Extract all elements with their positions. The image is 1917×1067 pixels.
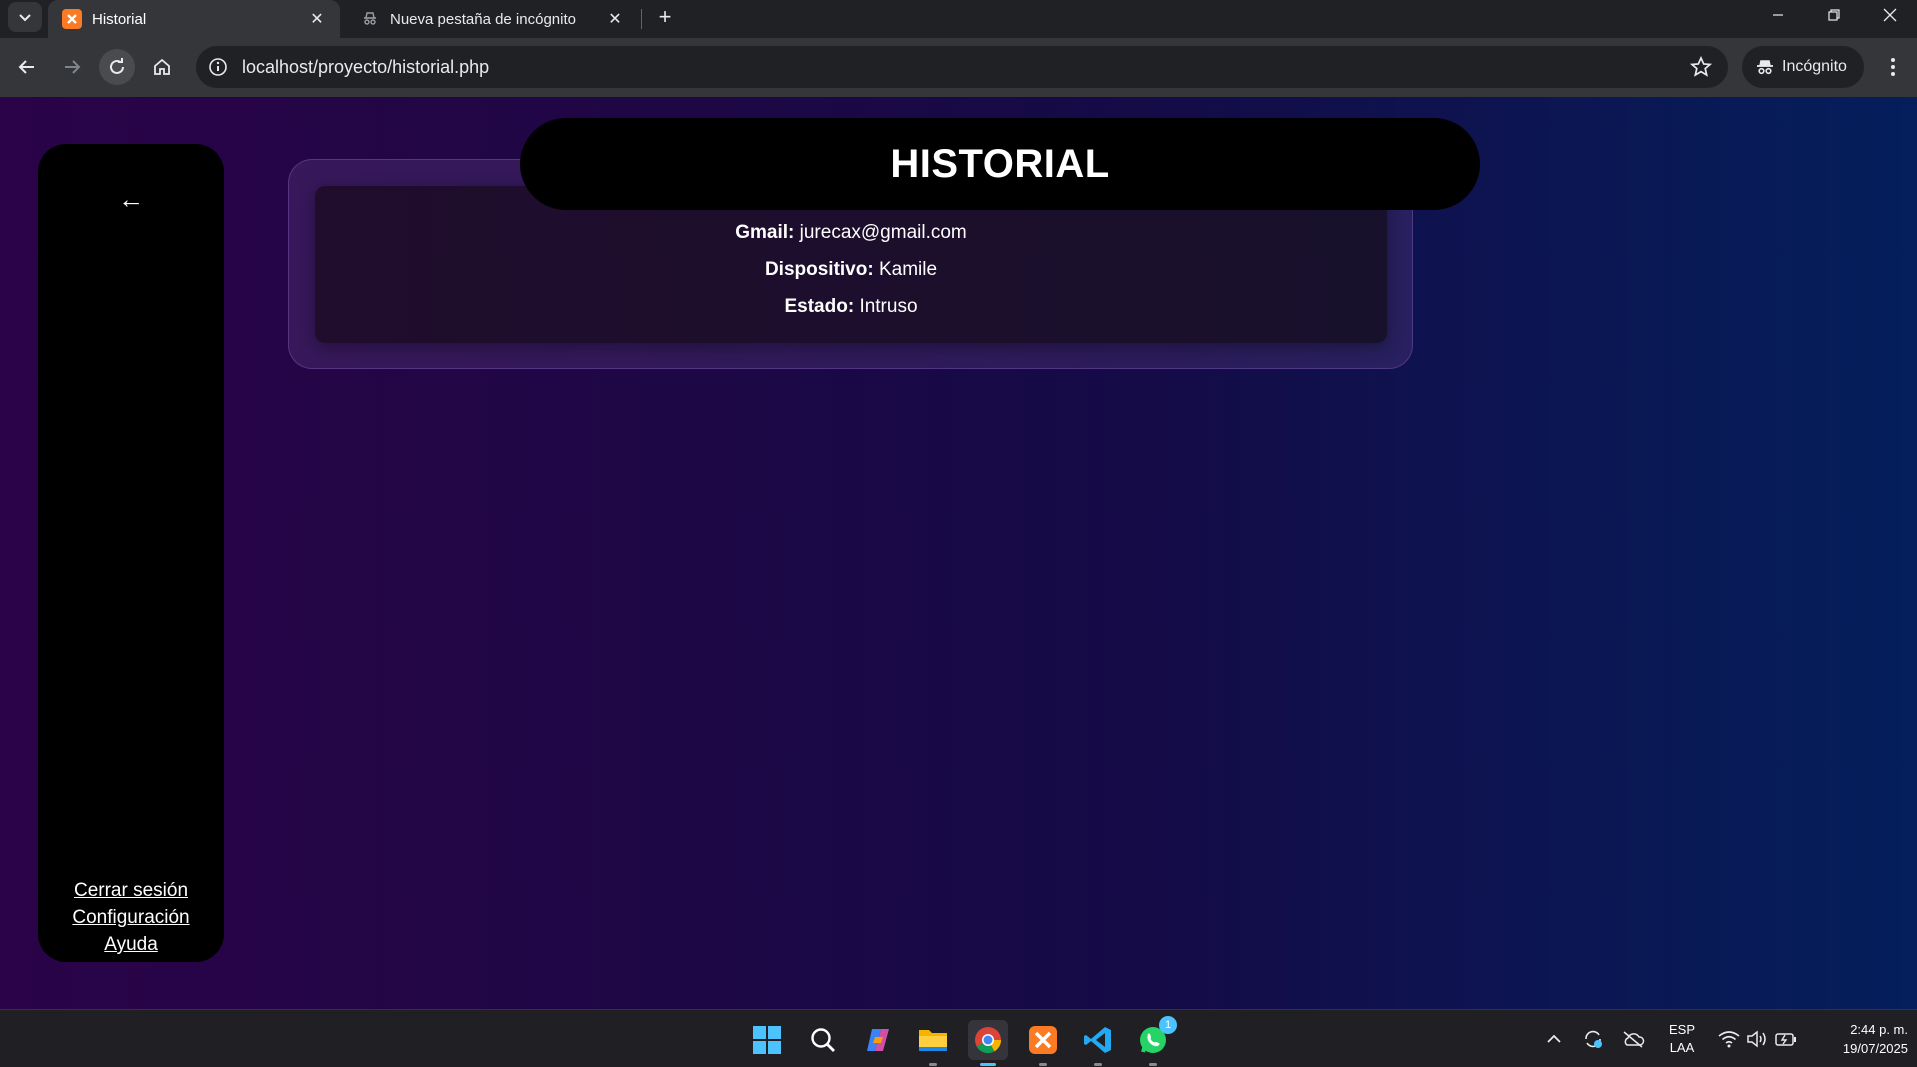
status-value: Intruso xyxy=(859,296,918,317)
url-text[interactable]: localhost/proyecto/historial.php xyxy=(242,57,489,78)
active-indicator xyxy=(980,1063,996,1066)
tab-incognito[interactable]: Nueva pestaña de incógnito ✕ xyxy=(346,0,638,38)
tab-title: Nueva pestaña de incógnito xyxy=(390,10,576,28)
incognito-label: Incógnito xyxy=(1782,58,1847,75)
gmail-row: Gmail: jurecax@gmail.com xyxy=(315,214,1387,251)
xampp-icon xyxy=(1029,1026,1057,1054)
tab-search-button[interactable] xyxy=(8,2,42,32)
page-viewport: ← Cerrar sesión Configuración Ayuda Gmai… xyxy=(0,97,1917,1009)
gmail-label: Gmail: xyxy=(735,222,795,243)
sidebar-links: Cerrar sesión Configuración Ayuda xyxy=(38,877,224,958)
copilot-icon xyxy=(867,1029,889,1051)
system-clock[interactable]: 2:44 p. m. 19/07/2025 xyxy=(1808,1020,1908,1058)
arrow-left-icon xyxy=(18,60,34,74)
tab-historial[interactable]: Historial ✕ xyxy=(48,0,340,38)
running-indicator xyxy=(929,1063,937,1066)
address-bar[interactable]: localhost/proyecto/historial.php xyxy=(196,46,1728,88)
gmail-value: jurecax@gmail.com xyxy=(799,222,967,243)
logout-link[interactable]: Cerrar sesión xyxy=(38,877,224,904)
browser-tab-strip: Historial ✕ Nueva pestaña de incógnito ✕… xyxy=(0,0,1917,38)
battery-charging-icon xyxy=(1775,1033,1796,1046)
chevron-up-icon xyxy=(1547,1034,1561,1043)
network-tray-icon[interactable] xyxy=(1716,1010,1742,1067)
sync-icon xyxy=(1585,1030,1602,1048)
folder-icon xyxy=(919,1030,947,1051)
running-indicator xyxy=(1094,1063,1102,1066)
status-label: Estado: xyxy=(784,296,855,317)
sync-tray-icon[interactable] xyxy=(1578,1010,1608,1067)
tab-separator xyxy=(641,9,642,29)
onedrive-tray-icon[interactable] xyxy=(1618,1010,1648,1067)
device-label: Dispositivo: xyxy=(764,259,874,280)
status-row: Estado: Intruso xyxy=(315,288,1387,325)
chevron-down-icon xyxy=(19,14,31,22)
start-button[interactable] xyxy=(747,1020,787,1060)
search-icon xyxy=(811,1028,835,1052)
input-language-indicator[interactable]: ESP LAA xyxy=(1660,1021,1704,1057)
browser-toolbar: localhost/proyecto/historial.php Incógni… xyxy=(0,38,1917,97)
volume-tray-icon[interactable] xyxy=(1744,1010,1770,1067)
help-link[interactable]: Ayuda xyxy=(38,931,224,958)
xampp-button[interactable] xyxy=(1023,1020,1063,1066)
arrow-right-icon xyxy=(65,60,81,74)
search-button[interactable] xyxy=(803,1020,843,1060)
page-header: HISTORIAL xyxy=(520,118,1480,210)
file-explorer-button[interactable] xyxy=(913,1020,953,1066)
back-arrow-icon[interactable]: ← xyxy=(38,184,224,215)
reload-button[interactable] xyxy=(99,49,135,85)
more-vertical-icon xyxy=(1891,58,1895,76)
close-tab-icon[interactable]: ✕ xyxy=(306,8,328,30)
sidebar: ← Cerrar sesión Configuración Ayuda xyxy=(38,144,224,962)
home-icon xyxy=(154,58,170,75)
xampp-favicon-icon xyxy=(62,9,82,29)
new-tab-icon[interactable]: + xyxy=(650,2,680,32)
wifi-icon xyxy=(1718,1031,1740,1048)
incognito-favicon-icon xyxy=(360,9,380,29)
keyboard-layout: LAA xyxy=(1669,1040,1695,1055)
language-code: ESP xyxy=(1668,1022,1695,1037)
close-tab-icon[interactable]: ✕ xyxy=(604,8,626,30)
clock-time: 2:44 p. m. xyxy=(1850,1022,1908,1037)
device-row: Dispositivo: Kamile xyxy=(315,251,1387,288)
vscode-button[interactable] xyxy=(1078,1020,1118,1066)
chrome-icon xyxy=(975,1027,1002,1054)
close-window-icon[interactable] xyxy=(1862,0,1917,30)
vscode-icon xyxy=(1084,1027,1111,1053)
reload-icon xyxy=(110,58,124,74)
windows-taskbar: 1 ESP LAA 2:44 p. m. 19/07/2025 xyxy=(0,1009,1917,1067)
running-indicator xyxy=(1039,1063,1047,1066)
bookmark-star-icon[interactable] xyxy=(1690,56,1712,78)
clock-date: 19/07/2025 xyxy=(1842,1041,1908,1056)
incognito-icon xyxy=(1757,60,1773,75)
restore-icon[interactable] xyxy=(1806,0,1862,30)
device-value: Kamile xyxy=(878,259,938,280)
cloud-off-icon xyxy=(1623,1031,1645,1048)
site-info-icon[interactable] xyxy=(208,57,228,77)
settings-link[interactable]: Configuración xyxy=(38,904,224,931)
running-indicator xyxy=(1149,1063,1157,1066)
chrome-button[interactable] xyxy=(968,1020,1008,1066)
browser-menu-button[interactable] xyxy=(1878,49,1908,85)
whatsapp-button[interactable]: 1 xyxy=(1133,1016,1177,1066)
incognito-indicator[interactable]: Incógnito xyxy=(1742,46,1864,88)
forward-button[interactable] xyxy=(54,49,90,85)
back-button[interactable] xyxy=(9,49,45,85)
battery-tray-icon[interactable] xyxy=(1772,1010,1800,1067)
home-button[interactable] xyxy=(144,49,180,85)
show-hidden-icons-button[interactable] xyxy=(1540,1010,1568,1067)
history-entry-details: Gmail: jurecax@gmail.com Dispositivo: Ka… xyxy=(315,214,1387,325)
speaker-icon xyxy=(1747,1030,1766,1048)
minimize-icon[interactable] xyxy=(1750,0,1806,30)
tab-title: Historial xyxy=(92,10,147,28)
windows-logo-icon xyxy=(753,1026,781,1054)
notification-badge: 1 xyxy=(1159,1016,1177,1034)
copilot-button[interactable] xyxy=(858,1020,898,1060)
page-title: HISTORIAL xyxy=(890,141,1110,186)
